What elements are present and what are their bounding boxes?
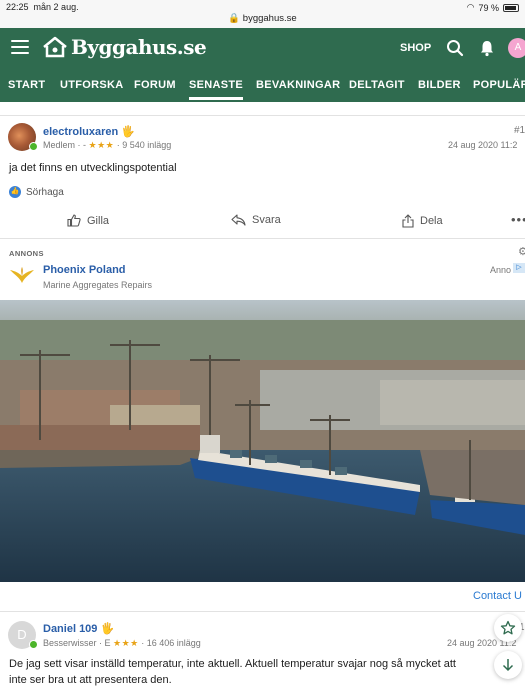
tab-deltagit[interactable]: DELTAGIT bbox=[349, 79, 405, 91]
post-body: ja det finns en utvecklingspotential bbox=[9, 162, 177, 174]
address-bar[interactable]: 🔒 byggahus.se bbox=[0, 10, 525, 28]
post-body-line1: De jag sett visar inställd temperatur, i… bbox=[9, 658, 456, 670]
adchoices-icon[interactable]: ▷ bbox=[513, 263, 525, 273]
tab-senaste[interactable]: SENASTE bbox=[189, 79, 244, 100]
thumbs-up-badge-icon: 👍 bbox=[9, 186, 21, 198]
tab-utforska[interactable]: UTFORSKA bbox=[60, 79, 124, 91]
post-user-meta: Medlem · - ★★★ · 9 540 inlägg bbox=[43, 140, 172, 150]
menu-icon[interactable] bbox=[11, 40, 29, 54]
url-text: byggahus.se bbox=[242, 13, 297, 24]
wave-badge-icon: 🖐 bbox=[100, 623, 115, 635]
wifi-icon: ◠ bbox=[466, 2, 475, 12]
tab-bevakningar[interactable]: BEVAKNINGAR bbox=[256, 79, 340, 91]
ad-label: ANNONS bbox=[9, 249, 44, 258]
post-username[interactable]: electroluxaren 🖐 bbox=[43, 125, 135, 138]
rating-stars: ★★★ bbox=[88, 140, 115, 150]
reaction-summary[interactable]: 👍 Sörhaga bbox=[9, 186, 64, 198]
ad-tag: Anno bbox=[490, 265, 512, 275]
tab-forum[interactable]: FORUM bbox=[134, 79, 176, 91]
lock-icon: 🔒 bbox=[228, 13, 241, 24]
post-date: 24 aug 2020 11:2 bbox=[448, 140, 518, 150]
status-time: 22:25 mån 2 aug. bbox=[6, 2, 79, 12]
ad-title[interactable]: Phoenix Poland bbox=[43, 264, 126, 276]
online-indicator bbox=[29, 142, 38, 151]
contact-link[interactable]: Contact U bbox=[473, 590, 522, 602]
user-avatar[interactable]: A bbox=[508, 38, 525, 58]
search-icon[interactable] bbox=[446, 39, 464, 57]
status-right: ◠ 79 % bbox=[467, 2, 519, 13]
arrow-down-icon bbox=[502, 659, 514, 672]
house-logo-icon bbox=[43, 36, 67, 58]
ad-settings-icon[interactable]: ⚙ bbox=[518, 245, 525, 258]
reply-icon bbox=[231, 214, 246, 226]
ad-subtitle: Marine Aggregates Repairs bbox=[43, 280, 153, 290]
share-button[interactable]: Dela bbox=[402, 214, 443, 228]
post-user-meta: Besserwisser · E ★★★ · 16 406 inlägg bbox=[43, 638, 201, 648]
star-outline-icon bbox=[500, 620, 516, 635]
phoenix-logo-icon bbox=[10, 267, 34, 283]
thumbs-up-icon bbox=[67, 214, 81, 227]
like-button[interactable]: Gilla bbox=[67, 214, 109, 227]
main-nav: START UTFORSKA FORUM SENASTE BEVAKNINGAR… bbox=[0, 68, 525, 102]
reaction-user: Sörhaga bbox=[26, 186, 64, 198]
shipyard-photo[interactable] bbox=[0, 300, 525, 582]
bookmark-button[interactable] bbox=[494, 614, 522, 642]
shop-link[interactable]: SHOP bbox=[400, 42, 431, 54]
divider bbox=[0, 238, 525, 239]
online-indicator bbox=[29, 640, 38, 649]
tab-start[interactable]: START bbox=[8, 79, 45, 91]
battery-percent: 79 % bbox=[478, 2, 499, 13]
post-username[interactable]: Daniel 109 🖐 bbox=[43, 622, 114, 635]
status-bar: 22:25 mån 2 aug. ◠ 79 % bbox=[0, 0, 525, 13]
more-options-icon[interactable]: ••• bbox=[511, 212, 525, 227]
wave-badge-icon: 🖐 bbox=[121, 126, 135, 138]
tab-popular[interactable]: POPULÄR bbox=[473, 79, 525, 91]
site-header: Byggahus.se SHOP A bbox=[0, 28, 525, 68]
site-logo[interactable]: Byggahus.se bbox=[42, 35, 207, 59]
divider bbox=[0, 115, 525, 116]
post-body-line2: inte ser bra ut att presentera den. bbox=[9, 674, 172, 686]
divider bbox=[0, 611, 525, 612]
share-icon bbox=[402, 214, 414, 228]
scroll-down-button[interactable] bbox=[494, 651, 522, 679]
bell-icon[interactable] bbox=[478, 39, 496, 57]
rating-stars: ★★★ bbox=[113, 638, 139, 648]
reply-button[interactable]: Svara bbox=[231, 214, 281, 226]
tab-bilder[interactable]: BILDER bbox=[418, 79, 461, 91]
post-number[interactable]: #1 bbox=[514, 125, 525, 136]
battery-icon bbox=[503, 3, 519, 12]
